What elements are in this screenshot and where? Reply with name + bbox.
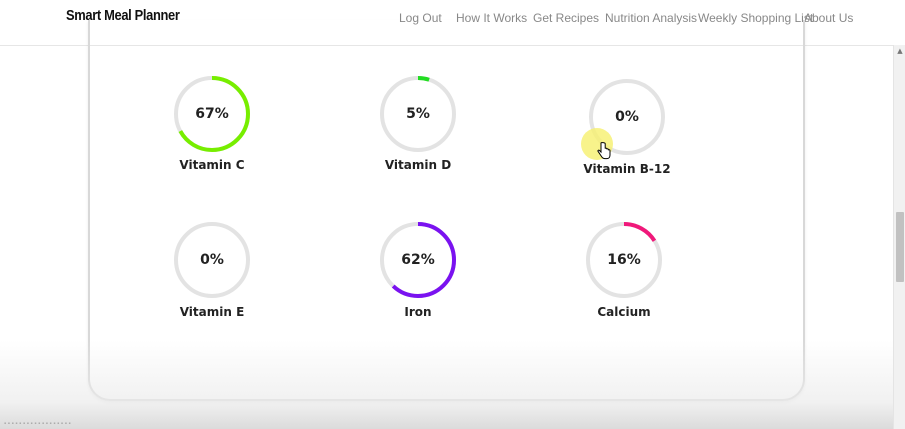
progress-ring: 0% [172, 220, 252, 300]
nutrient-percent: 5% [406, 106, 430, 122]
bottom-fade-overlay [0, 340, 893, 429]
nutrient-percent: 62% [401, 252, 435, 268]
progress-ring: 62% [378, 220, 458, 300]
nav-about-us[interactable]: About Us [804, 11, 853, 25]
nutrient-percent: 0% [200, 252, 224, 268]
progress-ring: 5% [378, 74, 458, 154]
page-scrollbar[interactable]: ▲ [893, 45, 905, 429]
nutrient-label: Vitamin E [179, 305, 245, 319]
progress-ring: 67% [172, 74, 252, 154]
nutrient-label: Calcium [597, 305, 651, 319]
nutrient-label: Iron [404, 305, 432, 319]
nutrient-label: Vitamin B-12 [583, 162, 671, 176]
nutrient-percent: 16% [607, 252, 641, 268]
progress-ring: 16% [584, 220, 664, 300]
nutrient-label: Vitamin D [384, 158, 452, 172]
scroll-up-arrow-icon[interactable]: ▲ [894, 45, 905, 57]
status-bar-url: ▪ ▪ ▪ ▪ ▪ ▪ ▪ ▪ ▪ ▪ ▪ ▪ ▪ ▪ ▪ ▪ ▪ ▪ [4, 421, 71, 427]
scroll-thumb[interactable] [896, 212, 904, 282]
nutrient-percent: 67% [195, 106, 229, 122]
nutrient-label: Vitamin C [179, 158, 245, 172]
hand-cursor-icon [597, 142, 611, 160]
